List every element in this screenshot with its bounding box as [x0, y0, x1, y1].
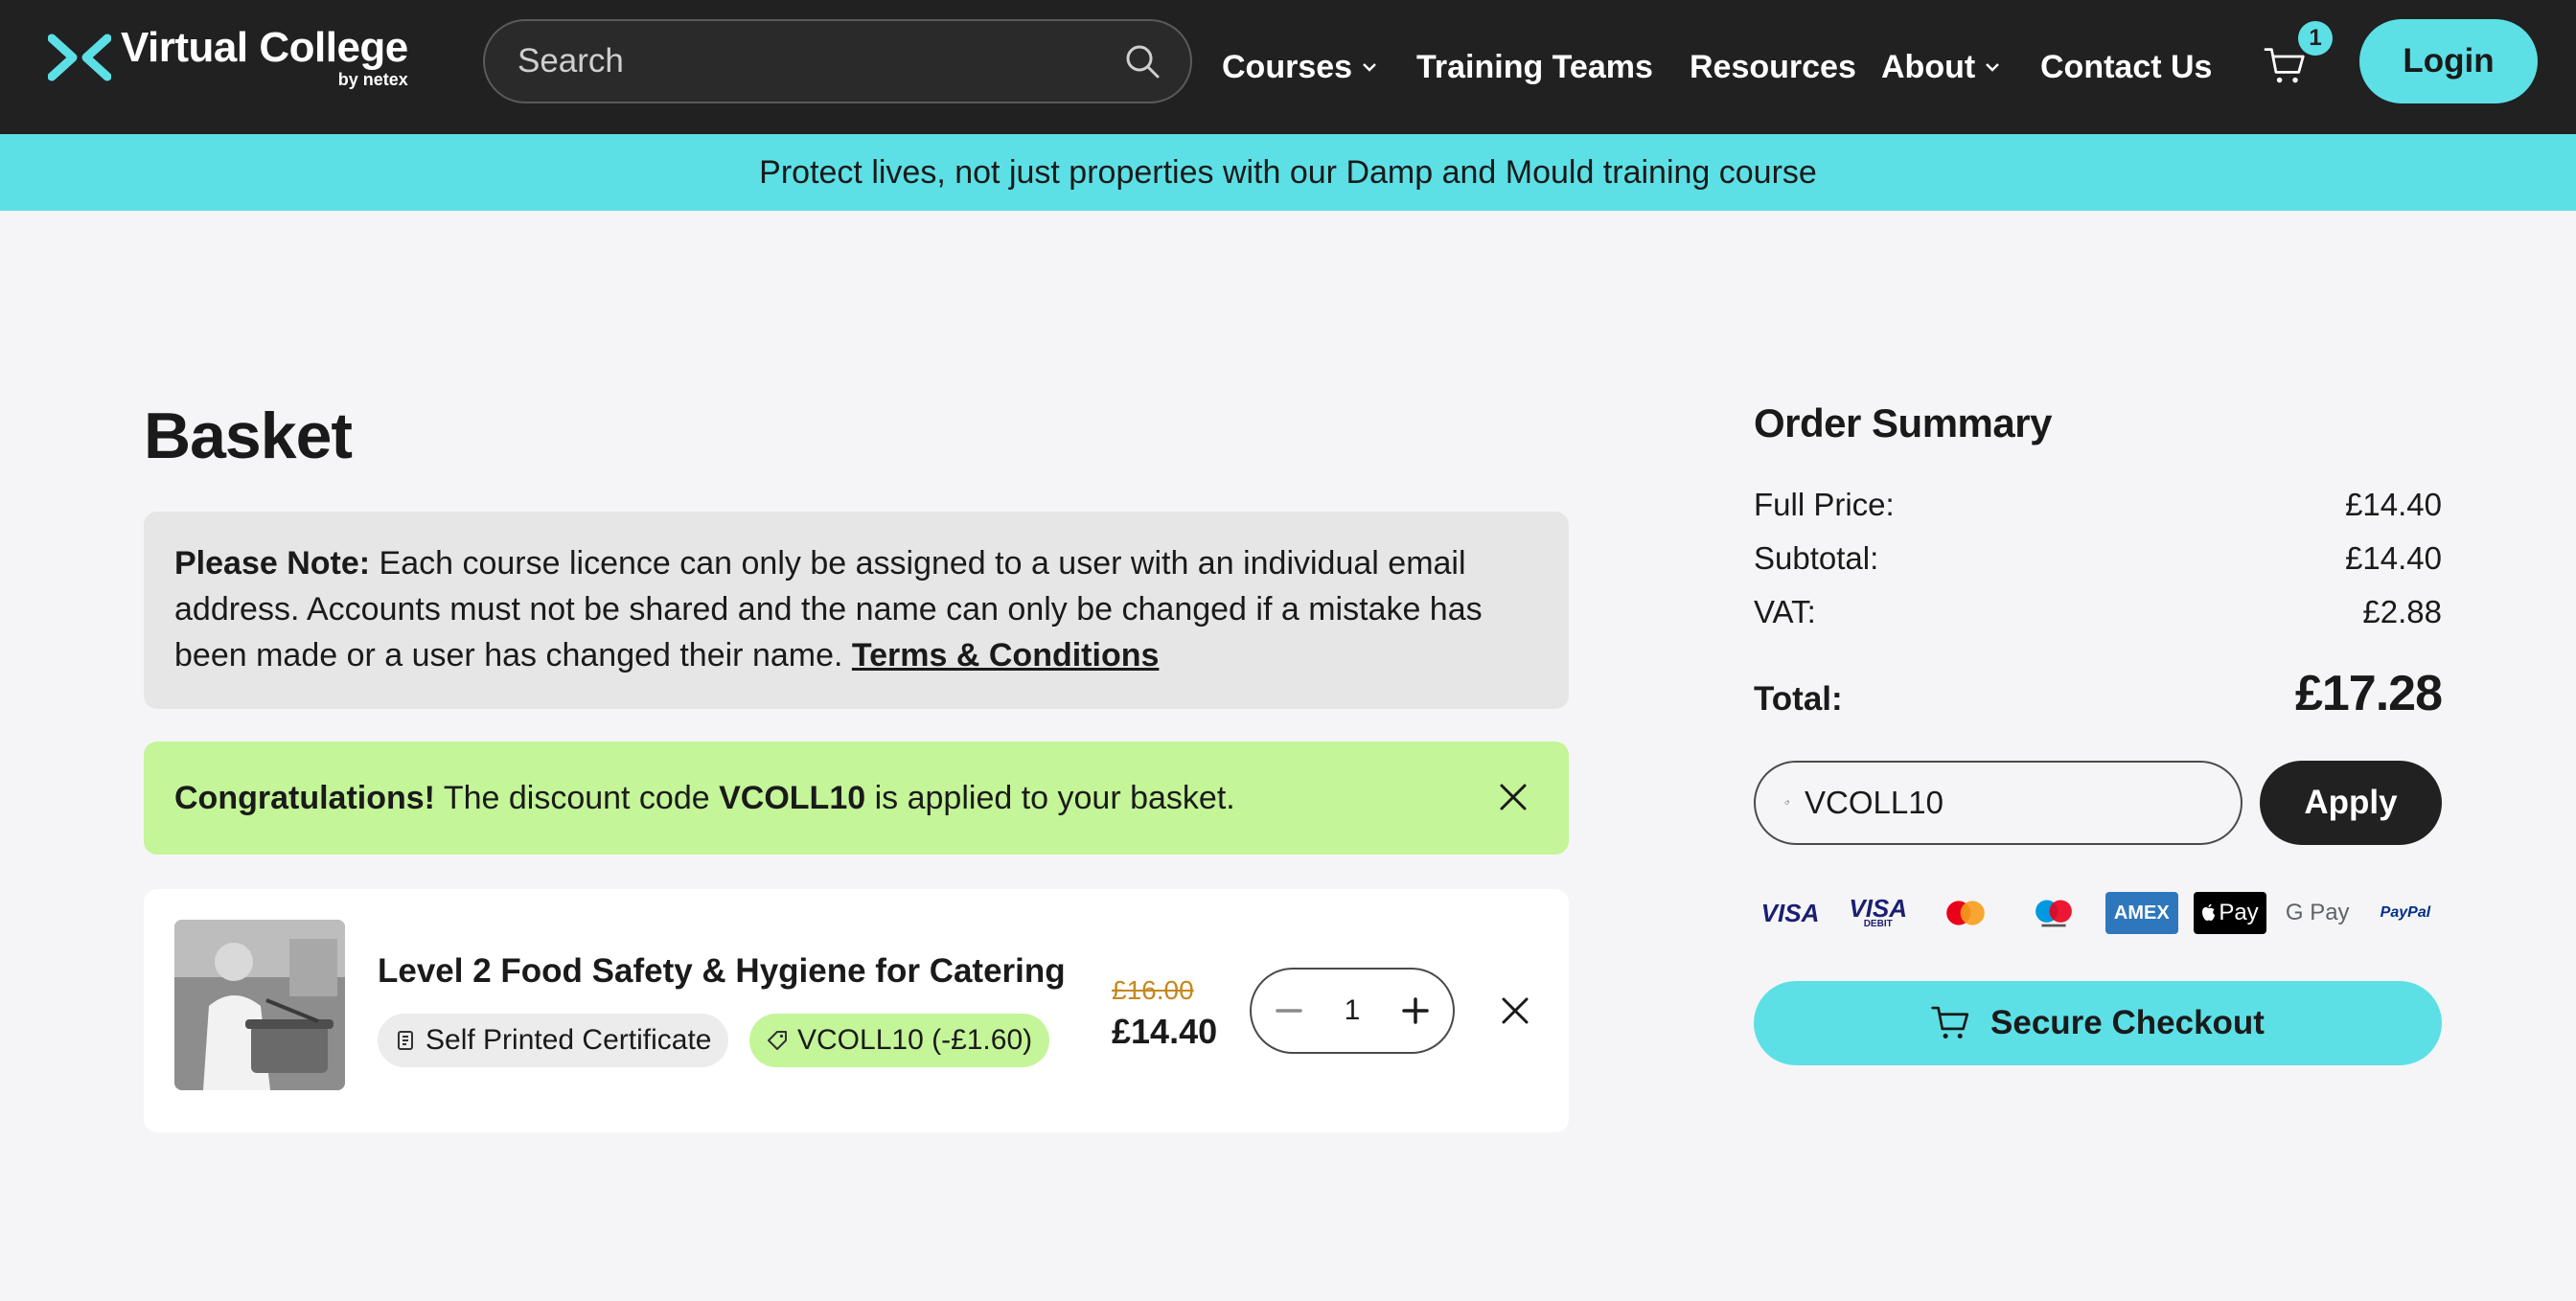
apply-code-button[interactable]: Apply	[2260, 761, 2442, 845]
chevron-down-icon	[1363, 63, 1376, 72]
quantity-value[interactable]: 1	[1345, 994, 1361, 1027]
order-summary-title: Order Summary	[1754, 400, 2052, 445]
basket-item: Level 2 Food Safety & Hygiene for Cateri…	[144, 889, 1569, 1132]
nav-training-teams[interactable]: Training Teams	[1416, 0, 1653, 134]
logo[interactable]: Virtual College by netex	[48, 27, 408, 88]
congrats-post: is applied to your basket.	[865, 779, 1235, 816]
mastercard-icon	[1929, 892, 2002, 934]
summary-row-vat: VAT: £2.88	[1754, 594, 2442, 630]
logo-text: Virtual College by netex	[121, 24, 408, 89]
maestro-icon	[2017, 892, 2090, 934]
certificate-icon	[398, 1031, 413, 1050]
promo-banner[interactable]: Protect lives, not just properties with …	[0, 134, 2576, 211]
note-body: Each course licence can only be assigned…	[174, 545, 1483, 673]
site-header: Virtual College by netex Courses Trainin…	[0, 0, 2576, 134]
nav-contact-us[interactable]: Contact Us	[2040, 0, 2212, 134]
nav-contact-label: Contact Us	[2040, 48, 2213, 85]
licence-note: Please Note: Each course licence can onl…	[144, 512, 1569, 709]
chevron-down-icon	[1986, 63, 2000, 72]
certificate-tag-label: Self Printed Certificate	[426, 1024, 712, 1056]
original-price: £16.00	[1112, 975, 1194, 1005]
nav-resources[interactable]: Resources	[1690, 0, 1856, 134]
summary-row-full-price: Full Price: £14.40	[1754, 487, 2442, 523]
mastercard-circles	[1946, 901, 1986, 925]
visa-icon: VISA	[1760, 898, 1820, 927]
tag-icon	[768, 1031, 787, 1050]
summary-value: £14.40	[2345, 487, 2442, 522]
discounted-price: £14.40	[1112, 1012, 1218, 1051]
certificate-tag: Self Printed Certificate	[378, 1014, 729, 1067]
cart-count-badge: 1	[2298, 21, 2333, 56]
nav-about-label: About	[1881, 48, 1976, 85]
summary-label: Subtotal:	[1754, 540, 1879, 576]
summary-value: £14.40	[2345, 540, 2442, 576]
summary-label: Full Price:	[1754, 487, 1895, 522]
logo-sub-text: by netex	[337, 70, 408, 89]
login-button[interactable]: Login	[2359, 19, 2538, 103]
minus-icon[interactable]	[1275, 996, 1303, 1025]
discount-code-field	[1754, 761, 2242, 845]
cart-icon	[2264, 48, 2305, 83]
discount-success-alert: Congratulations! The discount code VCOLL…	[144, 742, 1569, 855]
congrats-lead: Congratulations!	[174, 779, 435, 816]
discount-code-input[interactable]	[1805, 785, 2212, 821]
plus-icon[interactable]	[1401, 996, 1430, 1025]
summary-total: Total: £17.28	[1754, 665, 2443, 722]
terms-link[interactable]: Terms & Conditions	[852, 637, 1160, 673]
remove-item-icon[interactable]	[1499, 994, 1531, 1027]
total-label: Total:	[1754, 680, 1843, 718]
nav-about[interactable]: About	[1881, 0, 2000, 134]
amex-icon: AMEX	[2104, 892, 2178, 934]
summary-value: £2.88	[2362, 594, 2442, 629]
summary-label: VAT:	[1754, 594, 1816, 629]
course-thumbnail[interactable]	[174, 920, 345, 1090]
maestro-circles	[2036, 900, 2073, 927]
search-bar	[483, 19, 1192, 103]
discount-tag: VCOLL10 (-£1.60)	[749, 1014, 1050, 1067]
nav-courses[interactable]: Courses	[1222, 0, 1377, 134]
secure-checkout-label: Secure Checkout	[1990, 1004, 2265, 1041]
nav-training-teams-label: Training Teams	[1416, 48, 1653, 85]
google-pay-icon: G Pay	[2285, 900, 2350, 925]
nav-resources-label: Resources	[1690, 48, 1856, 85]
search-input[interactable]	[518, 42, 1123, 80]
course-image	[174, 920, 345, 1090]
discount-tag-label: VCOLL10 (-£1.60)	[797, 1024, 1033, 1056]
secure-checkout-button[interactable]: Secure Checkout	[1754, 981, 2442, 1065]
search-icon[interactable]	[1123, 42, 1162, 80]
visa-debit-text: VISA	[1849, 893, 1908, 923]
summary-row-subtotal: Subtotal: £14.40	[1754, 540, 2442, 577]
apple-pay-text: Pay	[2219, 900, 2259, 925]
apple-pay-icon: Pay	[2193, 892, 2266, 934]
page-title: Basket	[144, 399, 353, 472]
nav-courses-label: Courses	[1222, 48, 1353, 85]
promo-banner-text: Protect lives, not just properties with …	[759, 153, 1817, 191]
tag-icon	[1784, 800, 1789, 806]
note-lead: Please Note:	[174, 545, 371, 582]
congrats-pre: The discount code	[434, 779, 720, 816]
logo-mark-icon	[48, 34, 111, 81]
quantity-stepper: 1	[1250, 968, 1455, 1054]
congrats-code: VCOLL10	[719, 779, 866, 816]
payment-methods: VISA VISA DEBIT AMEX Pay G Pay PayPal	[1754, 889, 2442, 937]
logo-main-text: Virtual College	[121, 24, 408, 71]
cart-icon	[1931, 1006, 1969, 1039]
total-value: £17.28	[2294, 666, 2443, 721]
paypal-icon: PayPal	[2380, 904, 2431, 921]
close-icon[interactable]	[1496, 780, 1530, 814]
course-title[interactable]: Level 2 Food Safety & Hygiene for Cateri…	[378, 952, 1066, 991]
cart-button[interactable]: 1	[2264, 21, 2333, 92]
visa-debit-label: DEBIT	[1863, 919, 1893, 930]
apple-icon	[2202, 903, 2216, 921]
visa-debit-icon: VISA DEBIT	[1842, 892, 1915, 934]
